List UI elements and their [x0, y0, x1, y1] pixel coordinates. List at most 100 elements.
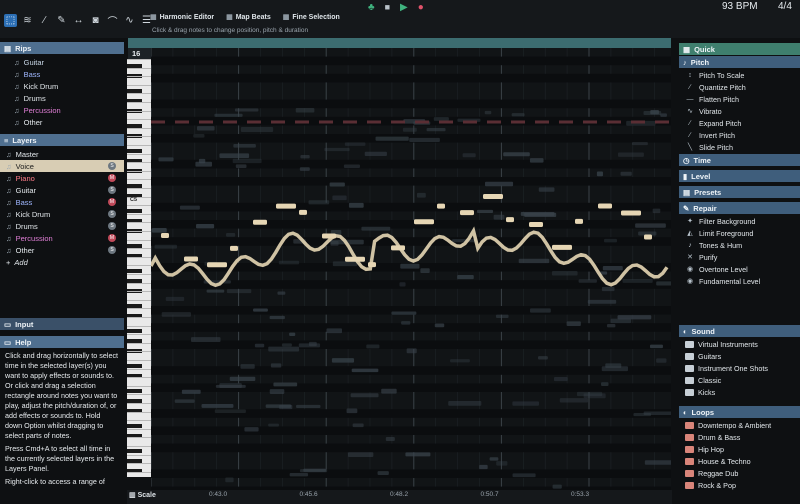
rip-item[interactable]: ♫ Bass [0, 68, 124, 80]
mute-badge[interactable]: M [108, 234, 116, 242]
background-note [234, 108, 259, 112]
rip-item[interactable]: ♫ Guitar [0, 56, 124, 68]
panel-item[interactable]: Virtual Instruments [679, 338, 800, 350]
panel-item[interactable]: ◭ Limit Foreground [679, 227, 800, 239]
wave-icon[interactable]: ∿ [123, 14, 136, 27]
background-note [512, 473, 536, 478]
panel-item[interactable]: Rock & Pop [679, 479, 800, 491]
black-key[interactable] [127, 269, 142, 273]
rip-item[interactable]: ♫ Drums [0, 92, 124, 104]
tempo-display[interactable]: 93 BPM [722, 1, 758, 12]
black-key[interactable] [127, 304, 142, 308]
scale-button[interactable]: ▥ Scale [129, 491, 156, 499]
layer-item[interactable]: ♫ Other S [0, 244, 124, 256]
stop-icon[interactable]: ■ [385, 2, 390, 12]
panel-item[interactable]: Drum & Bass [679, 431, 800, 443]
panel-item[interactable]: Instrument One Shots [679, 362, 800, 374]
black-key[interactable] [127, 89, 142, 93]
brush-icon[interactable]: ∕ [38, 14, 51, 27]
panel-item[interactable]: — Flatten Pitch [679, 93, 800, 105]
panel-item[interactable]: Classic [679, 374, 800, 386]
layer-item[interactable]: ♫ Percussion M [0, 232, 124, 244]
camera-icon[interactable]: ◙ [89, 14, 102, 27]
panel-item[interactable]: Downtempo & Ambient [679, 419, 800, 431]
black-key[interactable] [127, 209, 142, 213]
waveform-icon[interactable]: ≋ [21, 14, 34, 27]
note-canvas[interactable] [151, 48, 671, 491]
time-signature[interactable]: 4/4 [778, 1, 792, 12]
rip-item[interactable]: ♫ Kick Drum [0, 80, 124, 92]
panel-item[interactable]: ∕ Expand Pitch [679, 117, 800, 129]
help-header[interactable]: ▭ Help [0, 336, 124, 348]
repair-header[interactable]: ✎ Repair [679, 202, 800, 214]
key-divider [127, 282, 151, 284]
time-header[interactable]: ◷ Time [679, 154, 800, 166]
layer-item[interactable]: ♫ Piano M [0, 172, 124, 184]
select-icon[interactable]: ⬚ [4, 14, 17, 27]
mode-toggle[interactable]: ▦ Harmonic Editor [150, 13, 214, 22]
mute-badge[interactable]: M [108, 198, 116, 206]
layer-item[interactable]: ♫ Guitar S [0, 184, 124, 196]
black-key[interactable] [127, 364, 142, 368]
input-header[interactable]: ▭ Input [0, 318, 124, 330]
panel-item[interactable]: ✕ Purify [679, 251, 800, 263]
pencil-icon[interactable]: ✎ [55, 14, 68, 27]
panel-item[interactable]: ∕ Invert Pitch [679, 129, 800, 141]
solo-badge[interactable]: S [108, 246, 116, 254]
loops-header[interactable]: ◐ Loops [679, 406, 800, 418]
panel-item[interactable]: ╲ Slide Pitch [679, 141, 800, 153]
layer-item[interactable]: ♫ Bass M [0, 196, 124, 208]
mode-toggle[interactable]: ▦ Fine Selection [283, 13, 340, 22]
solo-badge[interactable]: S [108, 186, 116, 194]
panel-item[interactable]: Guitars [679, 350, 800, 362]
layer-icon: ♫ [6, 209, 12, 219]
rip-item[interactable]: ♫ Percussion [0, 104, 124, 116]
background-note [434, 323, 445, 328]
mode-toggle[interactable]: ▦ Map Beats [226, 13, 271, 22]
play-icon[interactable]: ▶ [400, 2, 408, 13]
panel-item[interactable]: ◉ Fundamental Level [679, 275, 800, 287]
layers-header[interactable]: ≡ Layers [0, 134, 124, 146]
panel-item[interactable]: ♪ Tones & Hum [679, 239, 800, 251]
record-icon[interactable]: ● [418, 2, 424, 13]
panel-item[interactable]: Hip Hop [679, 443, 800, 455]
pitch-header[interactable]: ♪ Pitch [679, 56, 800, 68]
panel-item[interactable]: ∿ Vibrato [679, 105, 800, 117]
layer-item[interactable]: ♫ Drums S [0, 220, 124, 232]
black-key[interactable] [127, 389, 142, 393]
panel-item[interactable]: ✦ Filter Background [679, 215, 800, 227]
panel-item[interactable]: Kicks [679, 386, 800, 398]
panel-item[interactable]: ↕ Pitch To Scale [679, 69, 800, 81]
panel-item[interactable]: ∕ Quantize Pitch [679, 81, 800, 93]
black-key[interactable] [127, 449, 142, 453]
sound-header[interactable]: ◐ Sound [679, 325, 800, 337]
panel-item[interactable]: ◉ Overtone Level [679, 263, 800, 275]
key-divider [127, 222, 151, 224]
loops-title: Loops [691, 407, 715, 417]
curve-icon[interactable]: ⌒ [106, 14, 119, 28]
layer-item[interactable]: ♫ Kick Drum S [0, 208, 124, 220]
quick-header[interactable]: ▦ Quick [679, 43, 800, 55]
piano-keyboard[interactable] [127, 59, 151, 477]
add-layer-button[interactable]: + Add [0, 256, 124, 268]
level-header[interactable]: ▮ Level [679, 170, 800, 182]
solo-badge[interactable]: S [108, 222, 116, 230]
black-key[interactable] [127, 149, 142, 153]
presets-header[interactable]: ▤ Presets [679, 186, 800, 198]
solo-badge[interactable]: S [108, 162, 116, 170]
black-key[interactable] [127, 424, 142, 428]
mute-badge[interactable]: M [108, 174, 116, 182]
layer-item[interactable]: ♫ Master [0, 148, 124, 160]
loop-icon[interactable]: ♣ [368, 2, 375, 13]
loop-region-bar[interactable] [128, 38, 671, 48]
rips-header[interactable]: ▤ Rips [0, 42, 124, 54]
panel-item[interactable]: House & Techno [679, 455, 800, 467]
black-key[interactable] [127, 329, 142, 333]
panel-item[interactable]: Reggae Dub [679, 467, 800, 479]
rip-item[interactable]: ♫ Other [0, 116, 124, 128]
solo-badge[interactable]: S [108, 210, 116, 218]
join-icon[interactable]: ↔ [72, 14, 85, 27]
note-editor[interactable] [151, 48, 671, 491]
layer-item[interactable]: ♫ Voice S [0, 160, 124, 172]
grid-icon: ▦ [683, 44, 691, 54]
